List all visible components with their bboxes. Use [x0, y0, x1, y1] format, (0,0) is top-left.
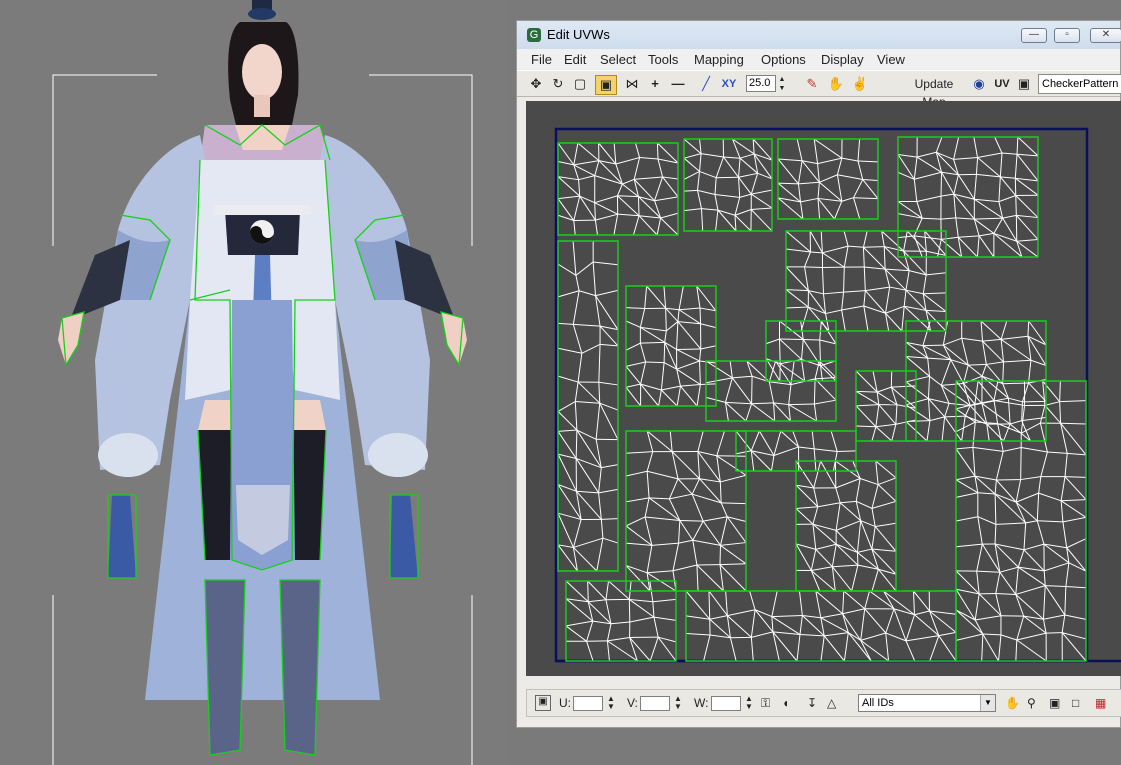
- zoom-icon[interactable]: ⚲: [1027, 695, 1036, 711]
- uv-wireframe: [557, 136, 1087, 662]
- menu-display[interactable]: Display: [821, 52, 864, 67]
- weld-threshold-spinner[interactable]: 25.0: [746, 75, 776, 92]
- contract-icon[interactable]: —: [669, 75, 687, 93]
- minimize-icon: —: [1029, 29, 1039, 40]
- texture-select[interactable]: CheckerPattern: [1038, 74, 1121, 94]
- grid-icon[interactable]: ▦: [1095, 695, 1106, 711]
- menu-options[interactable]: Options: [761, 52, 806, 67]
- close-icon: ✕: [1101, 29, 1111, 40]
- update-map-button[interactable]: Update Map: [902, 75, 966, 109]
- u-label: U:: [559, 696, 571, 710]
- u-field[interactable]: [573, 696, 603, 711]
- character-model: [52, 0, 473, 765]
- menu-file[interactable]: File: [531, 52, 552, 67]
- thermometer-icon[interactable]: ↧: [807, 695, 817, 711]
- lock-coords-icon[interactable]: ▣: [535, 695, 551, 711]
- scale-icon[interactable]: ▢: [571, 75, 589, 93]
- menu-edit[interactable]: Edit: [564, 52, 586, 67]
- hand-alt-icon[interactable]: ✌: [851, 75, 869, 93]
- window-title: Edit UVWs: [547, 27, 610, 42]
- spinner-arrows-icon[interactable]: ▲ ▼: [777, 75, 787, 93]
- maximize-button[interactable]: ▫: [1054, 28, 1080, 43]
- material-ids-dropdown[interactable]: All IDs ▼: [858, 694, 996, 712]
- zoom-region-icon[interactable]: ▣: [1049, 695, 1060, 711]
- uv-button[interactable]: UV: [993, 75, 1011, 93]
- v-spinner-icon[interactable]: ▲ ▼: [674, 695, 682, 711]
- uv-mesh: [554, 127, 1121, 663]
- w-label: W:: [694, 696, 709, 710]
- menu-bar: File Edit Select Tools Mapping Options D…: [517, 49, 1120, 69]
- status-bar: ▣ U: ▲ ▼ V: ▲ ▼ W: ▲ ▼ ⚿ ◖ ↧ △ All IDs ▼ ✋ …: [526, 689, 1121, 717]
- uvw-app-icon: G: [527, 28, 541, 42]
- title-bar[interactable]: G Edit UVWs — ▫ ✕: [517, 21, 1121, 49]
- menu-select[interactable]: Select: [600, 52, 636, 67]
- menu-tools[interactable]: Tools: [648, 52, 678, 67]
- uv-editor-canvas[interactable]: [526, 101, 1121, 676]
- menu-mapping[interactable]: Mapping: [694, 52, 744, 67]
- viewport-3d[interactable]: [0, 0, 510, 765]
- chevron-down-icon: ▼: [980, 695, 995, 711]
- expand-icon[interactable]: +: [646, 75, 664, 93]
- globe-icon[interactable]: ◉: [970, 75, 988, 93]
- close-button[interactable]: ✕: [1090, 28, 1121, 43]
- u-spinner-icon[interactable]: ▲ ▼: [607, 695, 615, 711]
- edge-select-icon[interactable]: △: [827, 695, 836, 711]
- lock-icon[interactable]: ⚿: [761, 695, 770, 711]
- hand-icon[interactable]: ✋: [827, 75, 845, 93]
- w-field[interactable]: [711, 696, 741, 711]
- menu-view[interactable]: View: [877, 52, 905, 67]
- w-spinner-icon[interactable]: ▲ ▼: [745, 695, 753, 711]
- edit-uvws-window: G Edit UVWs — ▫ ✕ File Edit Select Tools…: [516, 20, 1121, 728]
- maximize-icon: ▫: [1065, 29, 1069, 40]
- pencil-icon[interactable]: ╱: [697, 75, 715, 93]
- zoom-extents-icon[interactable]: □: [1072, 695, 1079, 711]
- minimize-button[interactable]: —: [1021, 28, 1047, 43]
- soft-select-icon[interactable]: ◖: [782, 695, 789, 711]
- uv-toolbar: ✥ ↻ ▢ ▣ ⋈ + — ╱ XY 25.0 ▲ ▼ ✎ ✋ ✌ Update …: [517, 70, 1121, 109]
- paint-icon[interactable]: ✎: [803, 75, 821, 93]
- checker-toggle-icon[interactable]: ▣: [1017, 75, 1031, 93]
- material-ids-value: All IDs: [862, 697, 894, 709]
- mirror-icon[interactable]: ⋈: [623, 75, 641, 93]
- freeform-icon[interactable]: ▣: [595, 75, 617, 95]
- move-icon[interactable]: ✥: [527, 75, 545, 93]
- v-label: V:: [627, 696, 638, 710]
- pan-icon[interactable]: ✋: [1005, 695, 1020, 711]
- xy-icon[interactable]: XY: [719, 75, 739, 93]
- rotate-icon[interactable]: ↻: [549, 75, 567, 93]
- v-field[interactable]: [640, 696, 670, 711]
